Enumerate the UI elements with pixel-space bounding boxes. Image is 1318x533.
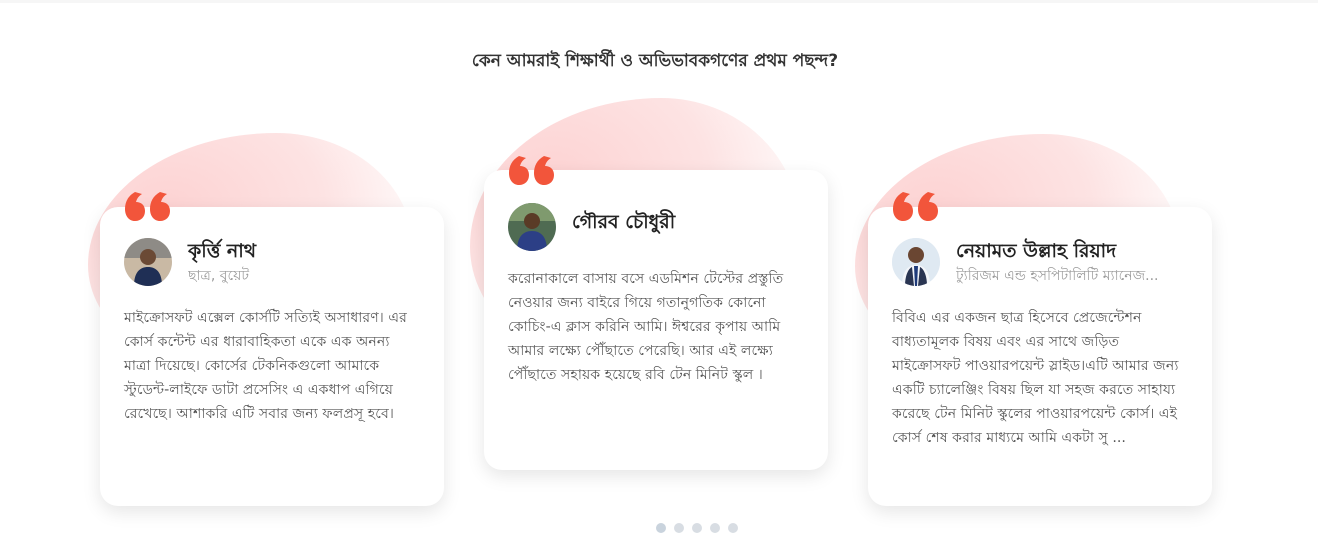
person-name: গৌরব চৌধুরী [572,211,676,233]
testimonial-text: করোনাকালে বাসায় বসে এডমিশন টেস্টের প্রস… [508,271,784,383]
carousel-dot[interactable] [656,523,666,533]
avatar [892,238,940,286]
testimonial-card: নেয়ামত উল্লাহ রিয়াদ ট্যুরিজম এন্ড হসপি… [868,207,1212,506]
quote-icon [892,190,939,222]
person-name: কৃর্ত্তি নাথ [188,239,257,262]
avatar [508,203,556,251]
carousel-dot[interactable] [710,523,720,533]
carousel-dot[interactable] [674,523,684,533]
testimonial-text: মাইক্রোসফট এক্সেল কোর্সটি সত্যিই অসাধারণ… [124,310,407,422]
person-name: নেয়ামত উল্লাহ রিয়াদ [956,239,1117,262]
testimonial-card: গৌরব চৌধুরী করোনাকালে বাসায় বসে এডমিশন … [484,170,828,470]
avatar [124,238,172,286]
carousel-dot[interactable] [692,523,702,533]
carousel-dot[interactable] [728,523,738,533]
testimonial-card: কৃর্ত্তি নাথ ছাত্র, বুয়েট মাইক্রোসফট এক… [100,207,444,506]
section-title: কেন আমরাই শিক্ষার্থী ও অভিভাবকগণের প্রথম… [471,51,839,71]
carousel-dots [656,523,738,533]
quote-icon [508,154,555,186]
person-role: ছাত্র, বুয়েট [188,267,250,284]
person-role: ট্যুরিজম এন্ড হসপিটালিটি ম্যানেজ... [956,267,1159,284]
quote-icon [124,190,171,222]
top-divider [0,0,1318,3]
testimonial-text: বিবিএ এর একজন ছাত্র হিসেবে প্রেজেন্টেশন … [892,310,1179,446]
